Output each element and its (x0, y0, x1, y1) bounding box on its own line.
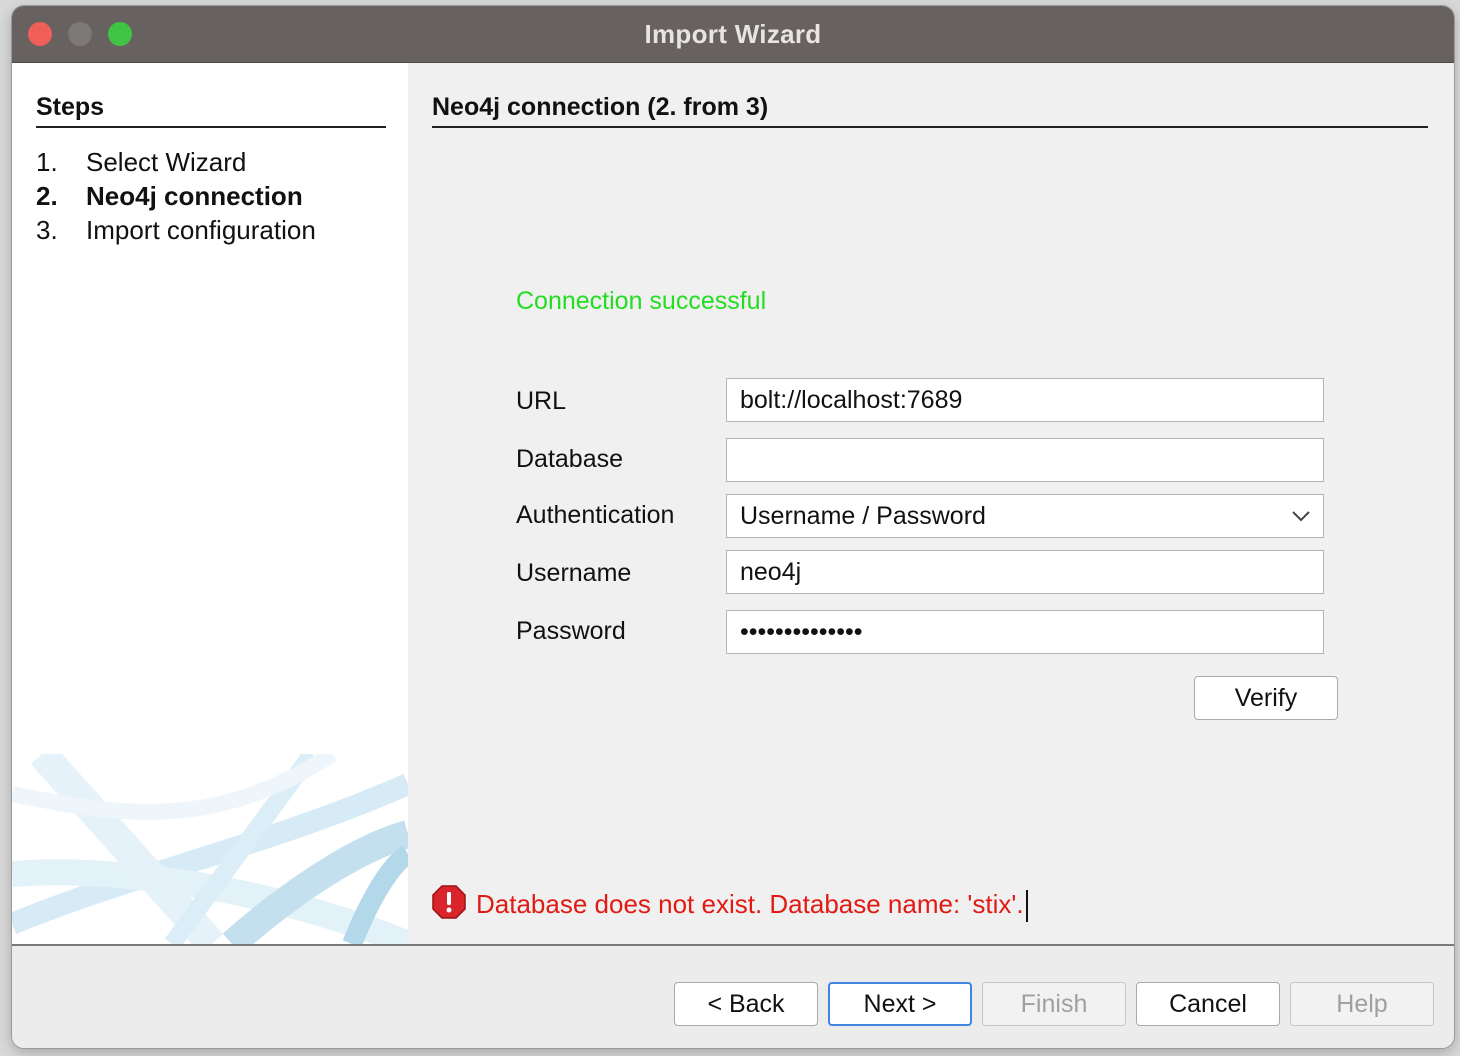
url-field[interactable]: bolt://localhost:7689 (726, 378, 1324, 422)
url-label: URL (516, 387, 567, 415)
authentication-select[interactable]: Username / Password (726, 494, 1324, 538)
steps-list: 1. Select Wizard 2. Neo4j connection 3. Imp… (36, 145, 316, 247)
page-title: Neo4j connection (2. from 3) (432, 93, 1428, 128)
steps-panel: Steps 1. Select Wizard 2. Neo4j connection… (12, 63, 408, 944)
step-item-neo4j-connection: 2. Neo4j connection (36, 179, 316, 213)
step-number: 3. (36, 215, 58, 245)
import-wizard-window: Import Wizard Steps 1. Select Wizard 2. Ne… (12, 6, 1454, 1048)
chevron-down-icon (1292, 511, 1310, 522)
text-caret (1025, 890, 1028, 923)
authentication-selected-value: Username / Password (740, 502, 986, 530)
wizard-decoration-graphic (12, 754, 408, 944)
steps-heading: Steps (36, 93, 386, 128)
step-label: Neo4j connection (86, 181, 303, 211)
cancel-button[interactable]: Cancel (1136, 982, 1280, 1026)
database-label: Database (516, 445, 624, 473)
password-label: Password (516, 617, 626, 645)
verify-button[interactable]: Verify (1194, 676, 1338, 720)
username-label: Username (516, 559, 632, 587)
step-label: Import configuration (86, 215, 316, 245)
database-field[interactable] (726, 438, 1324, 482)
help-button[interactable]: Help (1290, 982, 1434, 1026)
back-button[interactable]: < Back (674, 982, 818, 1026)
error-icon (432, 885, 466, 919)
username-field[interactable]: neo4j (726, 550, 1324, 594)
title-bar[interactable]: Import Wizard (12, 6, 1454, 63)
step-label: Select Wizard (86, 147, 247, 177)
step-item-import-configuration: 3. Import configuration (36, 213, 316, 247)
connection-status: Connection successful (516, 287, 767, 315)
next-button[interactable]: Next > (828, 982, 972, 1026)
finish-button[interactable]: Finish (982, 982, 1126, 1026)
error-text: Database does not exist. Database name: … (476, 889, 1024, 919)
authentication-label: Authentication (516, 501, 675, 529)
wizard-footer: < Back Next > Finish Cancel Help (12, 946, 1454, 1048)
step-number: 1. (36, 147, 58, 177)
step-item-select-wizard: 1. Select Wizard (36, 145, 316, 179)
password-field[interactable]: •••••••••••••• (726, 610, 1324, 654)
window-title: Import Wizard (644, 19, 822, 49)
main-content: Neo4j connection (2. from 3) Connection … (408, 63, 1454, 944)
step-number: 2. (36, 181, 58, 211)
